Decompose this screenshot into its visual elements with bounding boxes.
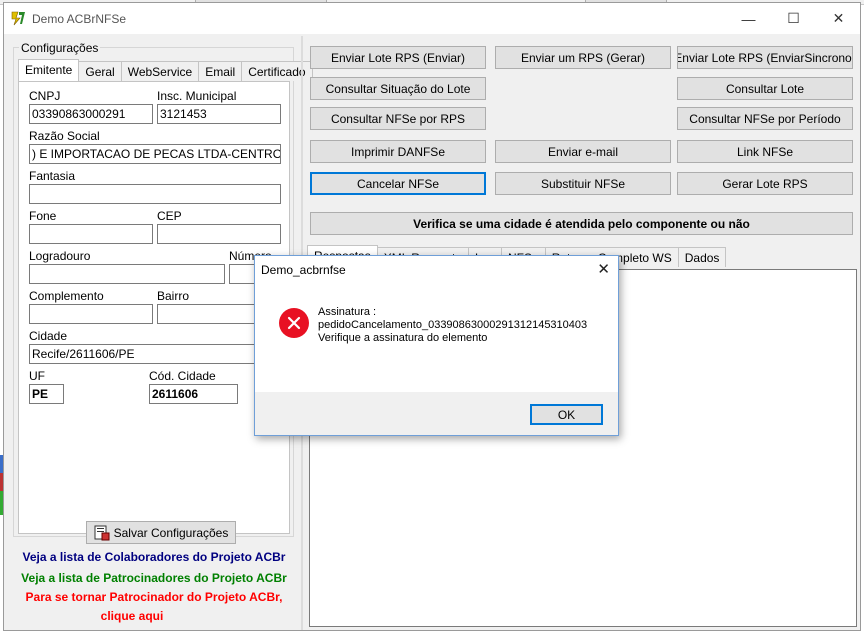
cidade-label: Cidade <box>29 329 68 343</box>
insc-municipal-label: Insc. Municipal <box>157 89 237 103</box>
cep-label: CEP <box>157 209 182 223</box>
dialog-message: Assinatura : pedidoCancelamento_03390863… <box>318 306 587 345</box>
close-button[interactable]: ✕ <box>816 3 861 34</box>
save-config-button[interactable]: Salvar Configurações <box>86 521 236 544</box>
tab-geral[interactable]: Geral <box>78 61 122 81</box>
enviar-um-rps-button[interactable]: Enviar um RPS (Gerar) <box>495 46 671 69</box>
cnpj-label: CNPJ <box>29 89 61 103</box>
fone-field[interactable] <box>29 224 153 244</box>
cnpj-field[interactable]: 03390863000291 <box>29 104 153 124</box>
substituir-nfse-button[interactable]: Substituir NFSe <box>495 172 671 195</box>
maximize-icon: ☐ <box>787 10 800 26</box>
config-tabs: Emitente Geral WebService Email Certific… <box>18 59 313 81</box>
fantasia-label: Fantasia <box>29 169 76 183</box>
window-title: Demo ACBrNFSe <box>32 12 127 26</box>
close-icon: ✕ <box>832 10 845 26</box>
consultar-por-periodo-button[interactable]: Consultar NFSe por Período <box>677 107 853 130</box>
cod-cidade-field[interactable]: 2611606 <box>149 384 238 404</box>
uf-label: UF <box>29 369 45 383</box>
consultar-lote-button[interactable]: Consultar Lote <box>677 77 853 100</box>
fone-label: Fone <box>29 209 57 223</box>
tab-emitente[interactable]: Emitente <box>18 59 80 81</box>
save-config-icon <box>94 525 110 540</box>
cancelar-nfse-button[interactable]: Cancelar NFSe <box>310 172 486 195</box>
razao-social-field[interactable]: ) E IMPORTACAO DE PECAS LTDA-CENTROCAR <box>29 144 281 164</box>
enviar-lote-sincrono-button[interactable]: Enviar Lote RPS (EnviarSincrono) <box>677 46 853 69</box>
verifica-cidade-button[interactable]: Verifica se uma cidade é atendida pelo c… <box>310 212 853 235</box>
insc-municipal-field[interactable]: 3121453 <box>157 104 281 124</box>
fantasia-field[interactable] <box>29 184 281 204</box>
colaboradores-link[interactable]: Veja a lista de Colaboradores do Projeto… <box>8 550 300 564</box>
uf-field[interactable]: PE <box>29 384 64 404</box>
cep-field[interactable] <box>157 224 281 244</box>
logradouro-label: Logradouro <box>29 249 91 263</box>
dialog-message-line1: Assinatura : <box>318 306 377 318</box>
dialog-title: Demo_acbrnfse <box>261 263 346 277</box>
title-bar: Demo ACBrNFSe — ☐ ✕ <box>4 3 860 34</box>
gerar-lote-button[interactable]: Gerar Lote RPS <box>677 172 853 195</box>
cidade-field[interactable]: Recife/2611606/PE <box>29 344 281 364</box>
config-group-label: Configurações <box>19 41 101 55</box>
link-nfse-button[interactable]: Link NFSe <box>677 140 853 163</box>
bairro-label: Bairro <box>157 289 190 303</box>
emitente-tab-page: CNPJ 03390863000291 Insc. Municipal 3121… <box>18 81 290 534</box>
cod-cidade-label: Cód. Cidade <box>149 369 216 383</box>
minimize-icon: — <box>741 10 756 27</box>
logradouro-field[interactable] <box>29 264 225 284</box>
razao-social-label: Razão Social <box>29 129 100 143</box>
app-logo-icon <box>10 10 26 26</box>
dialog-close-button[interactable]: ✕ <box>597 260 610 278</box>
consultar-situacao-button[interactable]: Consultar Situação do Lote <box>310 77 486 100</box>
minimize-button[interactable]: — <box>726 3 771 34</box>
dialog-message-line2: pedidoCancelamento_033908630002913121453… <box>318 319 588 331</box>
maximize-button[interactable]: ☐ <box>771 3 816 34</box>
patrocinadores-link[interactable]: Veja a lista de Patrocinadores do Projet… <box>8 571 300 585</box>
enviar-email-button[interactable]: Enviar e-mail <box>495 140 671 163</box>
enviar-lote-button[interactable]: Enviar Lote RPS (Enviar) <box>310 46 486 69</box>
error-icon <box>279 308 309 338</box>
tab-webservice[interactable]: WebService <box>120 61 200 81</box>
dialog-message-line3: Verifique a assinatura do elemento <box>318 332 488 344</box>
ok-button[interactable]: OK <box>530 404 603 425</box>
clique-aqui-link[interactable]: clique aqui <box>0 609 278 623</box>
consultar-por-rps-button[interactable]: Consultar NFSe por RPS <box>310 107 486 130</box>
tornar-patrocinador-link[interactable]: Para se tornar Patrocinador do Projeto A… <box>8 590 300 604</box>
complemento-label: Complemento <box>29 289 104 303</box>
complemento-field[interactable] <box>29 304 153 324</box>
imprimir-danfse-button[interactable]: Imprimir DANFSe <box>310 140 486 163</box>
tab-dados[interactable]: Dados <box>677 247 727 267</box>
tab-email[interactable]: Email <box>198 61 243 81</box>
error-dialog: Demo_acbrnfse ✕ Assinatura : pedidoCance… <box>254 255 619 436</box>
save-config-label: Salvar Configurações <box>113 525 229 540</box>
